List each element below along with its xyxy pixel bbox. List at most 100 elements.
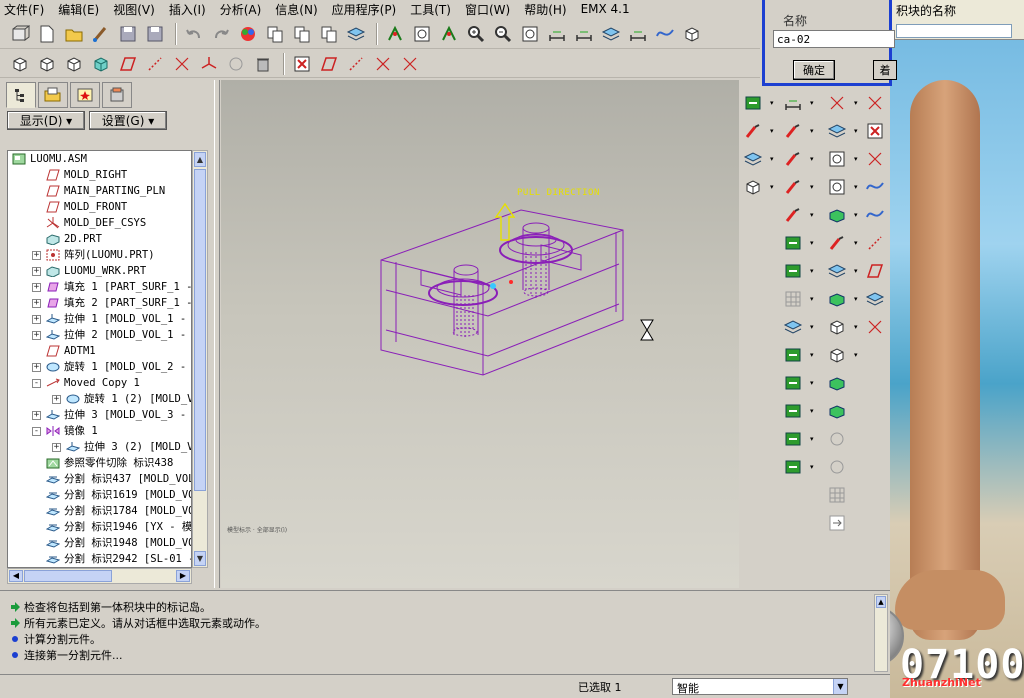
chevron-down-icon[interactable]: ▾ — [854, 212, 860, 219]
scroll-thumb[interactable] — [194, 169, 206, 491]
settings-dropdown[interactable]: 设置(G) ▾ — [89, 111, 167, 130]
orient-icon[interactable] — [437, 22, 461, 46]
no-hidden-icon[interactable] — [62, 52, 86, 76]
expand-icon[interactable]: + — [32, 363, 41, 372]
menu-item[interactable]: EMX 4.1 — [581, 2, 630, 16]
chevron-down-icon[interactable]: ▾ — [810, 268, 816, 275]
panel-splitter[interactable] — [214, 80, 220, 588]
mold-volume-icon[interactable] — [742, 120, 764, 142]
csys-create-icon[interactable] — [864, 148, 886, 170]
expand-icon[interactable]: + — [32, 331, 41, 340]
expand-icon[interactable]: + — [32, 267, 41, 276]
scroll-left-icon[interactable]: ◀ — [9, 570, 23, 582]
tree-item[interactable]: + 拉伸 2 [MOLD_VOL_1 - 模. — [8, 327, 191, 343]
chevron-down-icon[interactable]: ▾ — [770, 100, 776, 107]
chevron-down-icon[interactable]: ▾ — [770, 128, 776, 135]
menu-item[interactable]: 视图(V) — [113, 1, 155, 18]
scroll-right-icon[interactable]: ▶ — [176, 570, 190, 582]
spline-icon[interactable] — [864, 204, 886, 226]
redo-icon[interactable] — [209, 22, 233, 46]
chevron-down-icon[interactable]: ▾ — [810, 352, 816, 359]
new-file-icon[interactable] — [35, 22, 59, 46]
tab-model-tree[interactable] — [6, 82, 36, 108]
chevron-down-icon[interactable]: ▾ — [854, 352, 860, 359]
intersect-icon[interactable] — [826, 400, 848, 422]
datum-point-create-icon[interactable] — [371, 52, 395, 76]
copy-surface-icon[interactable] — [826, 344, 848, 366]
mold-component-icon[interactable] — [782, 260, 804, 282]
tree-horizontal-scrollbar[interactable]: ◀ ▶ — [7, 568, 192, 584]
runner-icon[interactable] — [782, 288, 804, 310]
menu-item[interactable]: 工具(T) — [410, 1, 451, 18]
tree-item[interactable]: + 填充 2 [PART_SURF_1 - 分 — [8, 295, 191, 311]
tree-item[interactable]: + LUOMU_WRK.PRT — [8, 263, 191, 279]
message-scrollbar[interactable]: ▲ — [874, 594, 888, 672]
tab-folder-browser[interactable] — [38, 82, 68, 108]
chevron-down-icon[interactable]: ▾ — [854, 100, 860, 107]
chevron-down-icon[interactable]: ▾ — [770, 184, 776, 191]
layers-icon[interactable] — [599, 22, 623, 46]
tree-item[interactable]: 2D.PRT — [8, 231, 191, 247]
expand-icon[interactable]: + — [52, 395, 61, 404]
undo-icon[interactable] — [182, 22, 206, 46]
chevron-down-icon[interactable]: ▾ — [810, 408, 816, 415]
waterline-icon[interactable] — [782, 316, 804, 338]
tree-vertical-scrollbar[interactable]: ▲ ▼ — [192, 150, 208, 568]
close-window-icon[interactable] — [290, 52, 314, 76]
pattern-icon[interactable] — [826, 428, 848, 450]
new-parting-icon[interactable] — [782, 92, 804, 114]
tree-item[interactable]: 分割 标识1946 [YX - 模具 — [8, 519, 191, 535]
collapse-icon[interactable]: - — [32, 379, 41, 388]
tree-item[interactable]: MOLD_DEF_CSYS — [8, 215, 191, 231]
tree-item[interactable]: MOLD_RIGHT — [8, 167, 191, 183]
ok-button[interactable]: 确定 — [793, 60, 835, 80]
chevron-down-icon[interactable]: ▼ — [833, 679, 847, 694]
cavity-group-icon[interactable] — [742, 148, 764, 170]
regenerate-icon[interactable] — [8, 22, 32, 46]
menu-item[interactable]: 窗口(W) — [465, 1, 510, 18]
mold-assembly-icon[interactable] — [742, 176, 764, 198]
menu-item[interactable]: 应用程序(P) — [332, 1, 397, 18]
menu-item[interactable]: 分析(A) — [220, 1, 262, 18]
copy-icon[interactable] — [263, 22, 287, 46]
menu-item[interactable]: 文件(F) — [4, 1, 44, 18]
model-tree-toggle-icon[interactable] — [545, 22, 569, 46]
graphics-window[interactable]: PULL DIRECTION 模型标示 · 全部显示(ì) — [221, 80, 739, 588]
chevron-down-icon[interactable]: ▾ — [810, 464, 816, 471]
save-icon[interactable] — [116, 22, 140, 46]
chevron-down-icon[interactable]: ▾ — [810, 100, 816, 107]
insert-here-icon[interactable] — [826, 512, 848, 534]
tree-item[interactable]: + 拉伸 1 [MOLD_VOL_1 - 模. — [8, 311, 191, 327]
analysis-icon[interactable] — [653, 22, 677, 46]
array-grid-icon[interactable] — [826, 484, 848, 506]
expand-icon[interactable]: + — [52, 443, 61, 452]
cutout-icon[interactable] — [782, 400, 804, 422]
sketched-point-icon[interactable] — [398, 52, 422, 76]
shade-button[interactable]: 着 — [873, 60, 897, 80]
extrude-surface-icon[interactable] — [826, 176, 848, 198]
trim-icon[interactable] — [782, 428, 804, 450]
chevron-down-icon[interactable]: ▾ — [810, 156, 816, 163]
wireframe-icon[interactable] — [8, 52, 32, 76]
selection-filter-dropdown[interactable]: 智能 ▼ — [672, 678, 848, 695]
expand-icon[interactable]: + — [32, 283, 41, 292]
name-input[interactable]: ca-02 — [773, 30, 895, 48]
zoom-fit-icon[interactable] — [518, 22, 542, 46]
shrinkage-icon[interactable] — [782, 120, 804, 142]
tree-item[interactable]: 分割 标识1619 [MOLD_VOL — [8, 487, 191, 503]
dimension-icon[interactable] — [626, 22, 650, 46]
paste-special-icon[interactable] — [317, 22, 341, 46]
save-copy-icon[interactable] — [143, 22, 167, 46]
chevron-down-icon[interactable]: ▾ — [854, 156, 860, 163]
tree-item[interactable]: 分割 标识1948 [MOLD_VOL — [8, 535, 191, 551]
chevron-down-icon[interactable]: ▾ — [810, 240, 816, 247]
tree-item[interactable]: LUOMU.ASM — [8, 151, 191, 167]
chevron-down-icon[interactable]: ▾ — [770, 156, 776, 163]
relations-icon[interactable] — [344, 22, 368, 46]
tree-item[interactable]: + 旋转 1 [MOLD_VOL_2 - 模. — [8, 359, 191, 375]
offset-plane-icon[interactable] — [864, 288, 886, 310]
axis-create-icon[interactable] — [864, 232, 886, 254]
hidden-line-icon[interactable] — [35, 52, 59, 76]
chevron-down-icon[interactable]: ▾ — [810, 128, 816, 135]
thicken-icon[interactable] — [826, 372, 848, 394]
